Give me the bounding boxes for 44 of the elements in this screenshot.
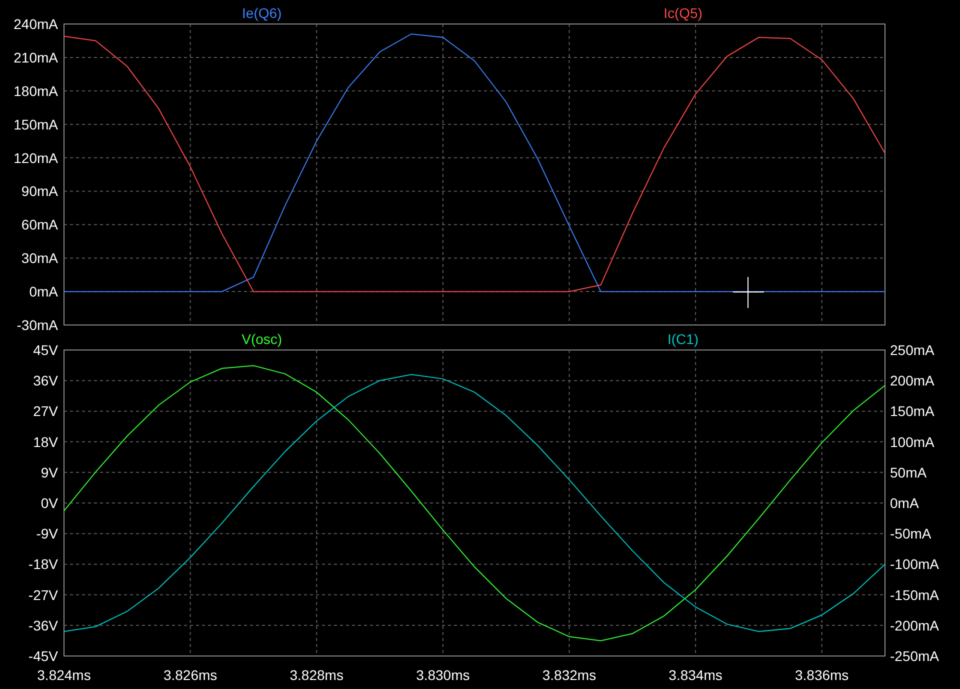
y-tick-label: 150mA xyxy=(890,403,934,420)
y-tick-label: -30mA xyxy=(16,317,58,331)
y-tick-label: -27V xyxy=(28,586,58,603)
y-tick-label: 200mA xyxy=(890,372,934,389)
x-tick-label: 3.826ms xyxy=(163,667,218,683)
y-tick-label: -100mA xyxy=(890,556,940,572)
y-tick-label: 150mA xyxy=(14,116,58,132)
x-tick-label: 3.834ms xyxy=(668,667,722,683)
y-tick-label: -200mA xyxy=(890,617,940,634)
trace-label[interactable]: V(osc) xyxy=(242,331,282,347)
y-tick-label: 250mA xyxy=(890,342,934,358)
y-tick-label: -36V xyxy=(28,617,58,634)
y-tick-label: -150mA xyxy=(890,586,940,603)
x-tick-label: 3.830ms xyxy=(416,667,470,683)
y-tick-label: 9V xyxy=(40,464,58,480)
y-tick-label: 60mA xyxy=(21,216,58,233)
y-tick-label: 27V xyxy=(33,403,58,420)
trace-label[interactable]: Ie(Q6) xyxy=(242,5,282,21)
y-tick-label: 0mA xyxy=(29,284,58,300)
y-tick-label: -50mA xyxy=(890,526,932,542)
trace-label[interactable]: I(C1) xyxy=(667,331,699,347)
y-tick-label: -9V xyxy=(36,526,58,542)
y-tick-label: 100mA xyxy=(890,434,934,450)
y-tick-label: -250mA xyxy=(890,648,940,664)
y-tick-label: 18V xyxy=(33,434,58,450)
x-tick-label: 3.824ms xyxy=(37,667,91,683)
y-tick-label: 0V xyxy=(40,495,58,511)
crosshair-cursor-icon xyxy=(732,276,764,308)
y-tick-label: 50mA xyxy=(890,464,927,480)
y-tick-label: 240mA xyxy=(14,16,58,32)
y-tick-label: -45V xyxy=(28,648,58,664)
x-tick-label: 3.828ms xyxy=(290,667,344,683)
trace-label[interactable]: Ic(Q5) xyxy=(664,5,702,21)
y-tick-label: 36V xyxy=(33,372,58,389)
y-tick-label: -18V xyxy=(28,556,58,572)
y-tick-label: 0mA xyxy=(890,495,919,511)
x-tick-label: 3.832ms xyxy=(542,667,596,683)
y-tick-label: 120mA xyxy=(14,150,58,166)
y-tick-label: 45V xyxy=(33,342,58,358)
y-tick-label: 90mA xyxy=(21,183,58,200)
x-tick-label: 3.836ms xyxy=(795,667,849,683)
y-tick-label: 210mA xyxy=(14,49,58,66)
y-tick-label: 180mA xyxy=(14,82,58,99)
y-tick-label: 30mA xyxy=(21,250,58,266)
